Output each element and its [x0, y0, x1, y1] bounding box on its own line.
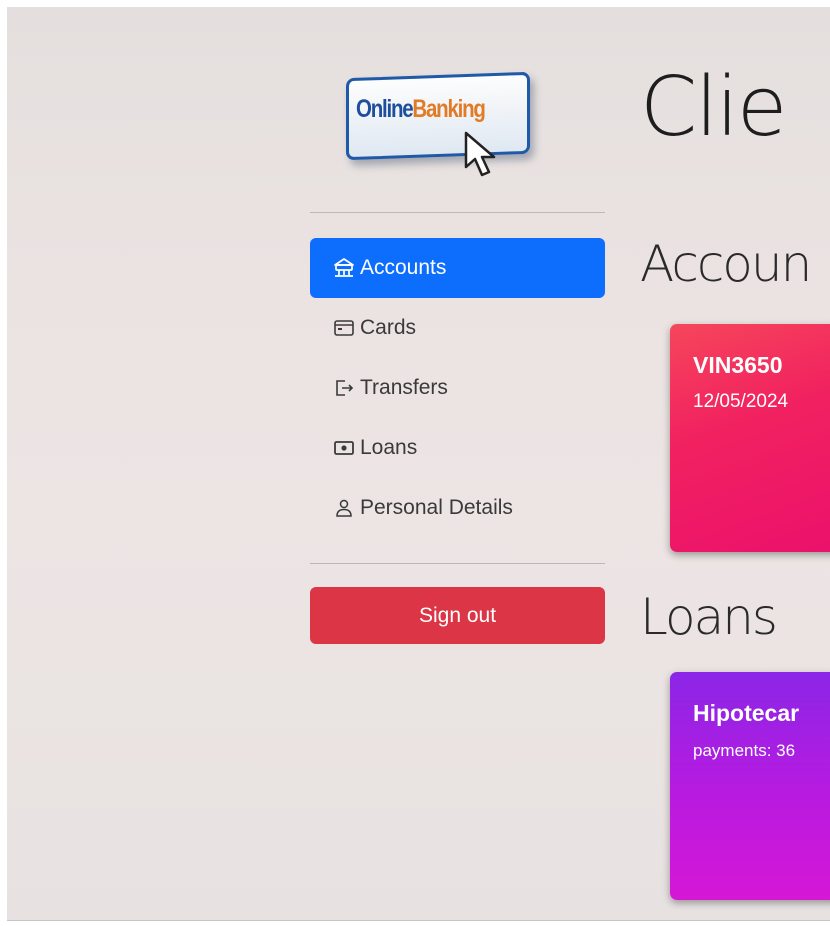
sidebar-item-label: Accounts [360, 256, 447, 279]
sidebar-item-label: Personal Details [360, 496, 513, 519]
box-arrow-right-icon [332, 376, 356, 400]
credit-card-icon [332, 316, 356, 340]
logo-text: OnlineBanking [356, 95, 486, 124]
online-banking-logo[interactable]: OnlineBanking [334, 67, 544, 182]
page-title: Clie [640, 60, 787, 155]
cash-icon [332, 436, 356, 460]
sidebar-item-label: Transfers [360, 376, 448, 399]
sidebar-item-label: Loans [360, 436, 418, 459]
sidebar-nav: Accounts Cards Transfers Loans Personal … [310, 238, 605, 538]
loans-heading: Loans [640, 588, 778, 646]
loan-card-title: Hipotecar [693, 700, 800, 726]
sidebar-divider-top [310, 212, 605, 213]
account-card-date: 12/05/2024 [693, 391, 789, 412]
sidebar-item-transfers[interactable]: Transfers [310, 358, 605, 418]
logo-word-online: Online [356, 95, 414, 123]
logo-word-banking: Banking [412, 95, 485, 123]
account-card[interactable]: VIN3650 12/05/2024 [670, 324, 830, 552]
accounts-heading: Accoun [640, 235, 812, 293]
loan-card[interactable]: Hipotecar payments: 36 [670, 672, 830, 900]
bank-icon [332, 256, 356, 280]
loan-card-payments: payments: 36 [693, 741, 796, 760]
person-icon [332, 496, 356, 520]
sidebar-item-cards[interactable]: Cards [310, 298, 605, 358]
sidebar-item-accounts[interactable]: Accounts [310, 238, 605, 298]
account-card-title: VIN3650 [693, 352, 783, 378]
sign-out-button[interactable]: Sign out [310, 587, 605, 644]
sidebar-item-loans[interactable]: Loans [310, 418, 605, 478]
sidebar-item-personal-details[interactable]: Personal Details [310, 478, 605, 538]
sidebar-divider-bottom [310, 563, 605, 564]
sidebar-item-label: Cards [360, 316, 417, 339]
app-viewport: OnlineBanking Accounts Cards Transfers L… [7, 7, 830, 921]
mouse-cursor-icon [464, 131, 496, 177]
